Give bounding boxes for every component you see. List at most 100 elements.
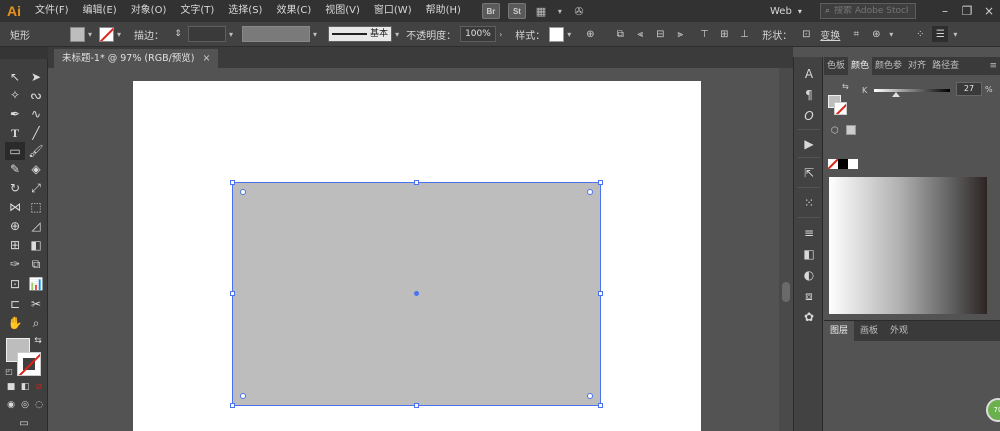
handle-bottom-center[interactable] [414,403,419,408]
arrange-documents-icon[interactable]: ▦ [533,4,549,18]
menu-help[interactable]: 帮助(H) [419,0,468,22]
tab-layers[interactable]: 图层 [824,321,855,341]
chevron-down-icon[interactable]: ▾ [310,30,320,39]
free-transform-tool-icon[interactable]: ⬚ [26,198,46,216]
tab-align[interactable]: 对齐 [905,57,929,75]
zoom-tool-icon[interactable]: ⌕ [26,314,46,332]
screen-mode-icon[interactable]: ▭ [16,416,32,430]
panel-menu-icon[interactable]: ≡ [986,57,1000,75]
symbol-sprayer-tool-icon[interactable]: ⊡ [5,275,25,293]
lasso-tool-icon[interactable]: ᔓ [26,86,46,104]
handle-middle-right[interactable] [598,291,603,296]
chevron-down-icon[interactable]: ▾ [226,30,236,39]
transform-link[interactable]: 变换 [816,27,844,42]
workspace-switcher[interactable]: Web ▾ [770,3,802,19]
shape-builder-tool-icon[interactable]: ⊕ [5,217,25,235]
curvature-tool-icon[interactable]: ∿ [26,105,46,123]
actions-play-icon[interactable]: ▶ [799,135,819,153]
corner-widget-bottom-right[interactable] [587,393,593,399]
handle-bottom-right[interactable] [598,403,603,408]
corner-widget-top-left[interactable] [240,189,246,195]
tab-swatches[interactable]: 色板 [824,57,848,75]
menu-select[interactable]: 选择(S) [221,0,269,22]
align-left-icon[interactable]: ⫷ [632,26,648,42]
color-spectrum-ramp[interactable] [829,177,987,314]
restore-button[interactable]: ❐ [956,0,978,22]
align-top-icon[interactable]: ⊤ [696,26,712,42]
chevron-down-icon[interactable]: ▾ [392,30,402,39]
stock-search[interactable]: ⌕ [820,3,916,19]
eyedropper-tool-icon[interactable]: ✑ [5,255,25,273]
none-color-swatch[interactable] [828,159,838,169]
handle-top-center[interactable] [414,180,419,185]
color-mode-icon[interactable]: ■ [5,381,17,393]
align-right-icon[interactable]: ⫸ [672,26,688,42]
align-to-icon[interactable]: ⧉ [612,26,628,42]
menu-object[interactable]: 对象(O) [124,0,174,22]
recolor-artwork-icon[interactable]: ⊕ [582,26,598,42]
black-swatch[interactable] [838,159,848,169]
corner-widget-top-right[interactable] [587,189,593,195]
transparency-panel-icon[interactable]: ◐ [799,266,819,284]
chevron-down-icon[interactable]: ▾ [85,30,95,39]
draw-inside-icon[interactable]: ◌ [33,399,45,411]
scrollbar-thumb[interactable] [782,282,790,302]
tab-color[interactable]: 颜色 [848,57,873,75]
fill-swatch[interactable] [70,26,85,42]
align-bottom-icon[interactable]: ⊥ [736,26,752,42]
shaper-tool-icon[interactable]: ✎ [5,160,25,178]
stroke-swatch[interactable] [99,26,115,42]
swap-fill-stroke-icon[interactable]: ⇆ [32,335,44,347]
menu-edit[interactable]: 编辑(E) [76,0,124,22]
image-trace-icon[interactable]: ⧈ [799,287,819,305]
arrange-panel-icon[interactable]: ⁘ [912,26,928,42]
align-center-icon[interactable]: ⊟ [652,26,668,42]
none-mode-icon[interactable]: ⧄ [33,381,45,393]
center-point[interactable] [414,291,419,296]
direct-selection-tool-icon[interactable]: ➤ [26,68,46,86]
canvas-area[interactable] [48,68,793,431]
pen-tool-icon[interactable]: ✒ [5,105,25,123]
line-tool-icon[interactable]: ╱ [26,124,46,142]
export-asset-icon[interactable]: ⇱ [799,164,819,182]
chevron-down-icon[interactable]: ▾ [886,30,896,39]
draw-behind-icon[interactable]: ◎ [19,399,31,411]
white-swatch[interactable] [848,159,858,169]
menu-view[interactable]: 视图(V) [318,0,367,22]
transform-panel-icon[interactable]: ⁙ [799,194,819,212]
stroke-weight-field[interactable] [188,26,227,42]
gradient-panel-icon[interactable]: ◧ [799,245,819,263]
tab-color-guide[interactable]: 颜色参 [872,57,905,75]
paragraph-panel-icon[interactable]: ¶ [799,86,819,104]
chevron-down-icon[interactable]: ▾ [114,30,124,39]
scale-tool-icon[interactable]: ⤢ [26,179,46,197]
brush-definition[interactable]: 基本 [328,26,393,42]
handle-middle-left[interactable] [230,291,235,296]
minimize-button[interactable]: – [934,0,956,22]
stroke-panel-icon[interactable]: ≡ [799,224,819,242]
blend-tool-icon[interactable]: ⧉ [26,255,46,273]
swap-fill-stroke-icon[interactable]: ⇆ [842,82,849,91]
isolate-object-icon[interactable]: ⌗ [848,26,864,42]
magic-wand-tool-icon[interactable]: ✧ [5,86,25,104]
shape-properties-icon[interactable]: ⊡ [798,26,814,42]
width-tool-icon[interactable]: ⋈ [5,198,25,216]
stroke-color-box[interactable] [17,352,41,376]
column-graph-tool-icon[interactable]: 📊 [26,275,46,293]
k-channel-slider[interactable] [874,89,950,92]
menu-window[interactable]: 窗口(W) [367,0,419,22]
tab-appearance[interactable]: 外观 [884,321,914,341]
out-of-web-gamut-icon[interactable]: ⬡ [831,126,839,136]
corner-widget-bottom-left[interactable] [240,393,246,399]
chevron-down-icon[interactable]: ▾ [552,4,568,18]
selection-tool-icon[interactable]: ↖ [5,68,25,86]
opentype-panel-icon[interactable]: O [799,107,819,125]
gradient-mode-icon[interactable]: ◧ [19,381,31,393]
menu-file[interactable]: 文件(F) [28,0,76,22]
gradient-tool-icon[interactable]: ◧ [26,236,46,254]
tab-pathfinder[interactable]: 路径查 [929,57,962,75]
perspective-grid-tool-icon[interactable]: ◿ [26,217,46,235]
stepper-icon[interactable]: ⇕ [170,26,186,42]
menu-effect[interactable]: 效果(C) [269,0,318,22]
rectangle-tool-icon[interactable]: ▭ [5,142,25,160]
